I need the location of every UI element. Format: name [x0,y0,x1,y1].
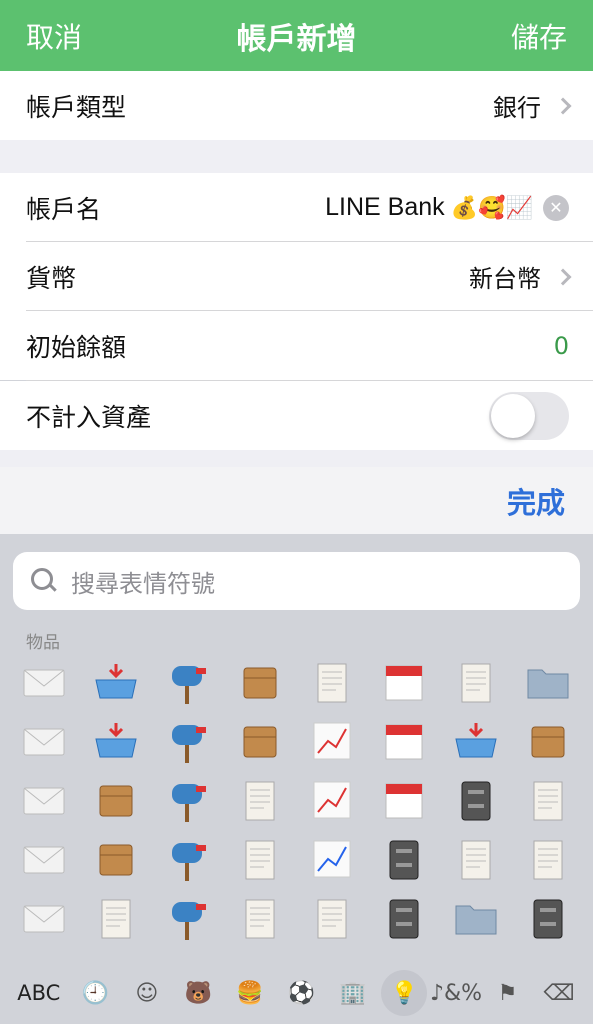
e-mail-icon[interactable] [8,829,80,888]
smiling-hearts-icon: 🥰 [478,195,506,220]
clock-icon[interactable]: 🕘 [72,970,118,1016]
symbols-icon[interactable]: ♪&% [430,970,482,1016]
save-button[interactable]: 儲存 [511,16,567,56]
emoji-grid [8,652,588,947]
bookmark-tabs-icon[interactable] [224,888,296,947]
page-curl-icon[interactable] [224,770,296,829]
inbox-tray-icon[interactable] [80,652,152,711]
done-button[interactable]: 完成 [507,480,565,522]
ballot-box-icon[interactable] [440,711,512,770]
wastebasket-icon[interactable] [368,829,440,888]
currency-value: 新台幣 [469,265,541,293]
mailbox-raised-icon[interactable] [152,711,224,770]
file-cabinet-icon[interactable] [440,770,512,829]
postal-horn-icon[interactable] [224,652,296,711]
incoming-envelope-icon[interactable] [8,770,80,829]
card-index-icon[interactable] [512,711,584,770]
ball-icon[interactable]: ⚽ [278,970,324,1016]
love-letter-icon[interactable] [8,888,80,947]
account-type-row[interactable]: 帳戶類型 銀行 [0,71,593,140]
newspaper-icon[interactable] [512,829,584,888]
cancel-button[interactable]: 取消 [26,16,82,56]
package-icon[interactable] [80,770,152,829]
mailbox-lowered-icon[interactable] [152,652,224,711]
toggle-knob [491,393,535,438]
building-icon[interactable]: 🏢 [330,970,376,1016]
chevron-right-icon [554,97,572,114]
exclude-assets-label: 不計入資產 [26,402,152,432]
clear-icon[interactable]: ✕ [543,194,569,221]
tear-off-calendar-icon[interactable] [368,770,440,829]
label-tag-icon[interactable] [80,829,152,888]
category-title: 物品 [26,633,60,653]
postbox-icon[interactable] [152,888,224,947]
placard-icon[interactable] [80,888,152,947]
chevron-right-icon [554,268,572,285]
page-facing-up-icon[interactable] [224,829,296,888]
envelope-icon[interactable] [8,652,80,711]
delete-icon[interactable]: ⌫ [536,970,582,1016]
section-gap [0,140,593,173]
account-name-input[interactable]: LINE Bank 💰🥰📈 [325,193,533,222]
rolled-newspaper-icon[interactable] [512,770,584,829]
mailbox-closed-icon[interactable] [152,829,224,888]
initial-balance-label: 初始餘額 [26,332,127,362]
flag-icon[interactable]: ⚑ [485,970,531,1016]
exclude-assets-toggle[interactable] [489,391,569,440]
outbox-tray-icon[interactable] [80,711,152,770]
chart-decreasing-icon[interactable] [296,829,368,888]
clipboard-icon[interactable] [440,829,512,888]
account-name-label: 帳戶名 [26,194,102,224]
receipt-icon[interactable] [296,652,368,711]
calendar-icon[interactable] [368,711,440,770]
search-icon [31,568,57,594]
abc-key[interactable]: ABC [11,970,67,1016]
food-icon[interactable]: 🍔 [227,970,273,1016]
scroll-icon[interactable] [224,711,296,770]
emoji-keyboard: 搜尋表情符號 物品 ABC 🕘 ☺ 🐻 🍔 ⚽ 🏢 💡 ♪&% ⚑ ⌫ [0,534,593,1024]
emoji-category-bar: ABC 🕘 ☺ 🐻 🍔 ⚽ 🏢 💡 ♪&% ⚑ ⌫ [0,962,593,1024]
printer-icon[interactable] [368,888,440,947]
search-placeholder: 搜尋表情符號 [71,569,215,598]
account-name-row[interactable]: 帳戶名 LINE Bank 💰🥰📈 ✕ [0,173,593,242]
chart-increasing-icon: 📈 [505,195,533,220]
currency-label: 貨幣 [26,263,77,293]
smiley-icon[interactable]: ☺ [124,970,170,1016]
card-file-box-icon[interactable] [440,652,512,711]
page-title: 帳戶新增 [236,21,357,57]
keyboard-accessory-bar: 完成 [0,467,593,534]
nav-bar: 取消 帳戶新增 儲存 [0,0,593,71]
bear-icon[interactable]: 🐻 [175,970,221,1016]
money-bag-icon: 💰 [450,195,479,220]
notebook-icon[interactable] [512,888,584,947]
spiral-calendar-icon[interactable] [368,652,440,711]
bar-chart-icon[interactable] [296,711,368,770]
chart-increasing-icon[interactable] [296,770,368,829]
mailbox-open-icon[interactable] [152,770,224,829]
account-type-value: 銀行 [493,94,541,122]
lightbulb-icon[interactable]: 💡 [381,970,428,1016]
emoji-search-field[interactable]: 搜尋表情符號 [13,552,580,610]
currency-row[interactable]: 貨幣 新台幣 [0,242,593,311]
initial-balance-value[interactable]: 0 [554,332,569,360]
section-gap [0,450,593,467]
account-type-label: 帳戶類型 [26,92,127,122]
folder-icon[interactable] [512,652,584,711]
spiral-notepad-icon[interactable] [296,888,368,947]
envelope-arrow-icon[interactable] [8,711,80,770]
exclude-assets-row: 不計入資產 [0,381,593,450]
initial-balance-row[interactable]: 初始餘額 0 [0,311,593,380]
folder-2-icon[interactable] [440,888,512,947]
